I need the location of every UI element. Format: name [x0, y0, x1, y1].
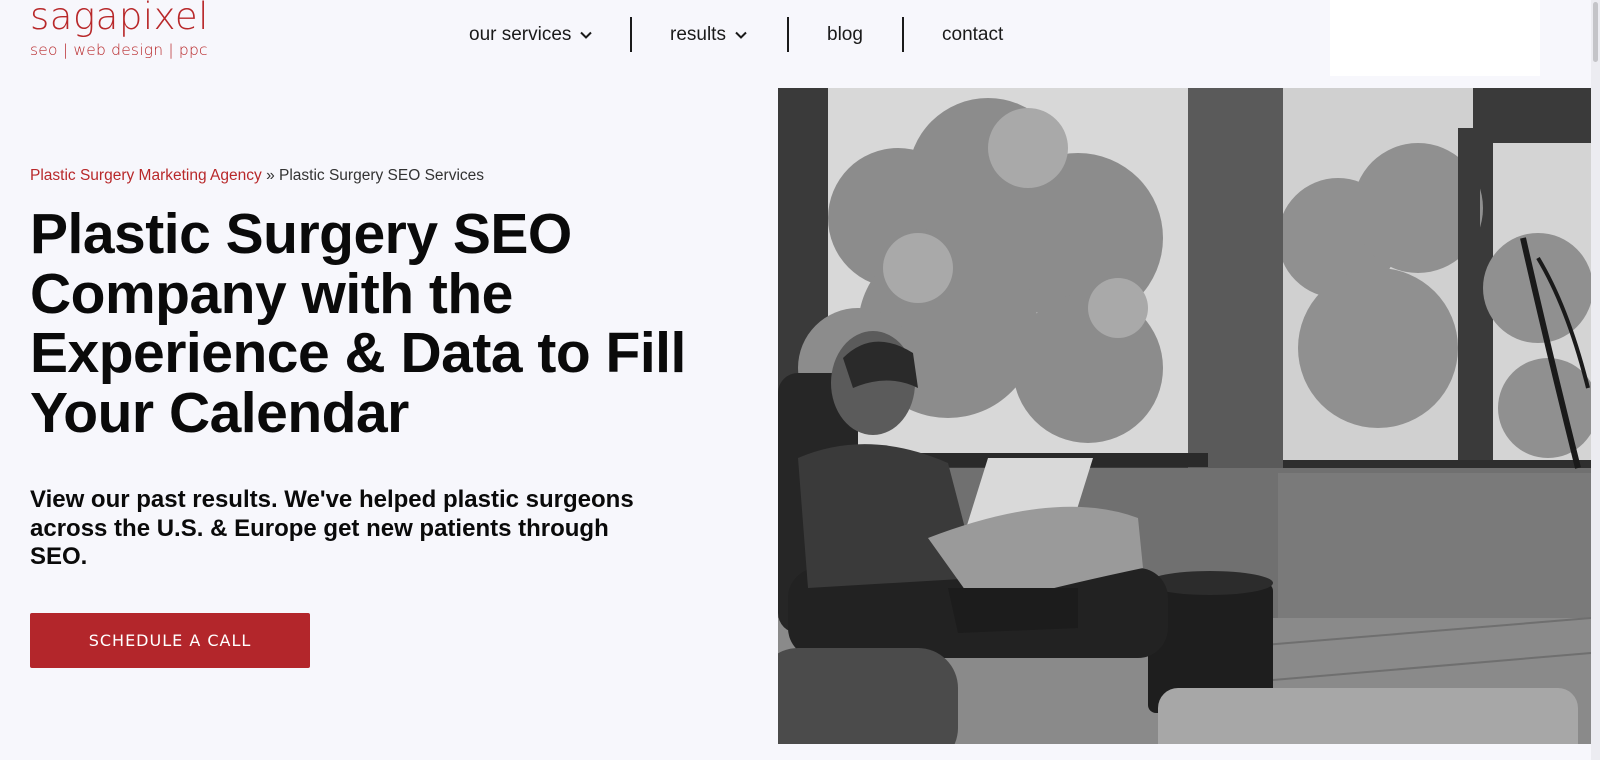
- header-blank-panel: [1330, 0, 1540, 76]
- page-title: Plastic Surgery SEO Company with the Exp…: [30, 202, 686, 445]
- nav-item-label: our services: [469, 24, 572, 45]
- nav-item-label: contact: [942, 24, 1004, 45]
- office-scene-illustration: [778, 88, 1591, 744]
- nav-divider: [630, 17, 632, 52]
- breadcrumb-link-parent[interactable]: Plastic Surgery Marketing Agency: [30, 167, 262, 184]
- breadcrumb: Plastic Surgery Marketing Agency » Plast…: [30, 167, 484, 185]
- nav-item-label: results: [670, 24, 726, 45]
- nav-item-our-services[interactable]: our services: [469, 24, 593, 46]
- breadcrumb-current: Plastic Surgery SEO Services: [279, 167, 485, 184]
- hero-subheading: View our past results. We've helped plas…: [30, 486, 634, 570]
- nav-item-results[interactable]: results: [670, 24, 748, 46]
- chevron-down-icon: [735, 31, 747, 39]
- page-scrollbar[interactable]: [1591, 0, 1600, 760]
- breadcrumb-separator: »: [266, 167, 275, 184]
- nav-divider: [787, 17, 789, 52]
- chevron-down-icon: [580, 31, 593, 39]
- schedule-call-button[interactable]: SCHEDULE A CALL: [30, 613, 310, 668]
- nav-item-contact[interactable]: contact: [942, 24, 1003, 46]
- scrollbar-thumb[interactable]: [1593, 2, 1598, 62]
- nav-item-label: blog: [827, 24, 863, 45]
- nav-item-blog[interactable]: blog: [827, 24, 863, 46]
- woman-with-laptop-photo: [778, 88, 1591, 744]
- nav-divider: [902, 17, 904, 52]
